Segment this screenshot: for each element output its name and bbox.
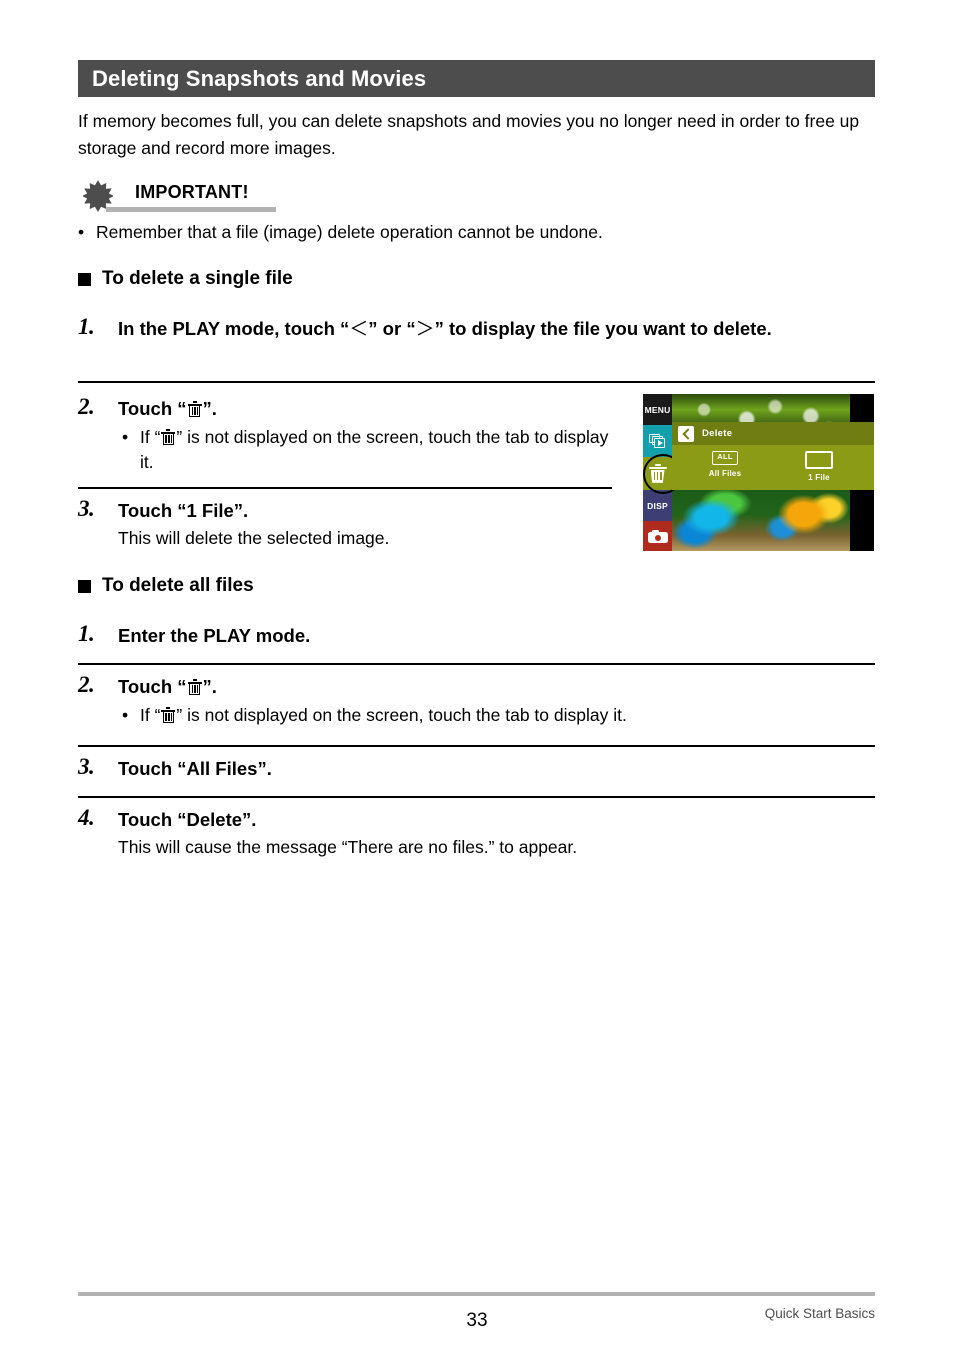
step-title: Enter the PLAY mode. [118, 625, 311, 646]
step-number: 3. [78, 496, 95, 521]
step-all-4: 4. Touch “Delete”. This will cause the m… [78, 805, 878, 860]
lcd-option-all-label: All Files [708, 469, 742, 478]
step-title: Touch “All Files”. [118, 758, 272, 779]
step-note: This will cause the message “There are n… [118, 837, 578, 857]
step-number: 4. [78, 805, 95, 830]
lcd-delete-panel-header: Delete [672, 422, 874, 445]
angle-right-icon: ＞ [415, 318, 435, 340]
step-single-3: 3. Touch “1 File”. This will delete the … [78, 496, 618, 551]
sub-bullet-part: ” is not displayed on the screen, touch … [176, 705, 627, 725]
all-files-icon: ALL [712, 451, 738, 465]
divider [78, 381, 875, 383]
lcd-option-one-file[interactable]: 1 File [784, 451, 854, 482]
important-callout: IMPORTANT! • Remember that a file (image)… [78, 180, 878, 242]
lcd-option-all-files[interactable]: ALL All Files [690, 451, 760, 478]
step-title-part: ”. [202, 398, 217, 419]
step-title-part: ” to display the file you want to delete… [434, 318, 772, 339]
play-slideshow-icon [649, 433, 666, 449]
step-all-2: 2. Touch “ ”. • If “ ” is not displayed on … [78, 672, 878, 728]
subheading-delete-single-file: To delete a single file [78, 268, 293, 290]
camera-lcd-screenshot: MENU DISP Delete ALL All Files 1 File [643, 394, 874, 551]
step-body: Touch “Delete”. This will cause the mess… [118, 807, 878, 860]
angle-left-icon: ＜ [349, 318, 369, 340]
step-body: Touch “ ”. • If “” is not displayed on the… [118, 396, 618, 475]
sub-bullet-part: ” is not displayed on the screen, touch … [140, 427, 609, 472]
bullet-dot: • [122, 427, 129, 447]
lcd-panel-title: Delete [702, 428, 733, 439]
step-body: Enter the PLAY mode. [118, 623, 878, 649]
step-title-part: ” or “ [368, 318, 416, 339]
step-all-3: 3. Touch “All Files”. [78, 754, 878, 782]
lcd-camera-tab[interactable] [643, 521, 672, 551]
lcd-menu-tab[interactable]: MENU [643, 394, 672, 425]
lcd-play-tab[interactable] [643, 425, 672, 457]
lcd-disp-tab[interactable]: DISP [643, 490, 672, 521]
step-title: Touch “ ”. [118, 396, 618, 422]
subheading-text: To delete all files [102, 575, 254, 596]
step-number: 1. [78, 314, 95, 339]
trash-icon [161, 707, 176, 724]
step-body: Touch “All Files”. [118, 756, 878, 782]
important-label: IMPORTANT! [135, 182, 249, 202]
step-number: 3. [78, 754, 95, 779]
square-bullet-icon [78, 272, 91, 286]
step-number: 2. [78, 672, 95, 697]
subheading-text: To delete a single file [102, 268, 293, 289]
divider [78, 663, 875, 665]
step-title-part: Touch “ [118, 676, 187, 697]
step-all-1: 1. Enter the PLAY mode. [78, 621, 878, 649]
important-bullet-text: Remember that a file (image) delete oper… [96, 222, 603, 242]
back-button-icon[interactable] [678, 425, 694, 442]
step-number: 2. [78, 394, 95, 419]
step-sub-bullet: • If “ ” is not displayed on the screen, t… [118, 703, 878, 728]
trash-icon [187, 679, 202, 696]
footer-divider [78, 1292, 875, 1296]
sub-bullet-part: If “ [140, 427, 161, 447]
step-title: Touch “1 File”. [118, 500, 249, 521]
trash-icon [187, 401, 202, 418]
section-header-bar: Deleting Snapshots and Movies [78, 60, 875, 97]
one-file-icon [805, 451, 833, 469]
step-single-2: 2. Touch “ ”. • If “” is not displayed on … [78, 394, 618, 475]
step-single-1: 1. In the PLAY mode, touch “＜” or “＞” to… [78, 314, 878, 342]
footer-section-label: Quick Start Basics [764, 1306, 875, 1321]
divider [78, 487, 612, 489]
lcd-photo-parrots [672, 490, 850, 551]
divider [78, 796, 875, 798]
subheading-delete-all-files: To delete all files [78, 575, 254, 597]
bullet-dot: • [122, 705, 129, 725]
step-title-part: ”. [202, 676, 217, 697]
page-title: Deleting Snapshots and Movies [92, 65, 427, 91]
trash-icon [161, 429, 176, 446]
bullet-dot: • [78, 222, 85, 242]
intro-paragraph: If memory becomes full, you can delete s… [78, 111, 860, 158]
step-title: Touch “ ”. [118, 674, 878, 700]
step-title-part: Touch “ [118, 398, 187, 419]
document-page: Deleting Snapshots and Movies If memory … [0, 0, 954, 1357]
step-title-part: In the PLAY mode, touch “ [118, 318, 350, 339]
step-sub-bullet: • If “” is not displayed on the screen, t… [118, 425, 618, 475]
step-body: In the PLAY mode, touch “＜” or “＞” to di… [118, 316, 878, 342]
step-body: Touch “1 File”. This will delete the sel… [118, 498, 618, 551]
important-underline [106, 207, 276, 212]
divider [78, 745, 875, 747]
step-number: 1. [78, 621, 95, 646]
square-bullet-icon [78, 579, 91, 593]
step-title: In the PLAY mode, touch “＜” or “＞” to di… [118, 316, 878, 342]
camera-icon [647, 529, 668, 543]
lcd-menu-label: MENU [644, 404, 671, 415]
lcd-option-one-label: 1 File [808, 473, 830, 482]
step-body: Touch “ ”. • If “ ” is not displayed on the… [118, 674, 878, 728]
step-note: This will delete the selected image. [118, 528, 390, 548]
important-header: IMPORTANT! [78, 180, 878, 214]
lcd-delete-panel-body: ALL All Files 1 File [672, 445, 874, 490]
step-title: Touch “Delete”. [118, 809, 257, 830]
sub-bullet-part: If “ [140, 705, 161, 725]
important-bullet-item: • Remember that a file (image) delete ope… [78, 220, 878, 245]
lcd-disp-label: DISP [647, 500, 668, 511]
